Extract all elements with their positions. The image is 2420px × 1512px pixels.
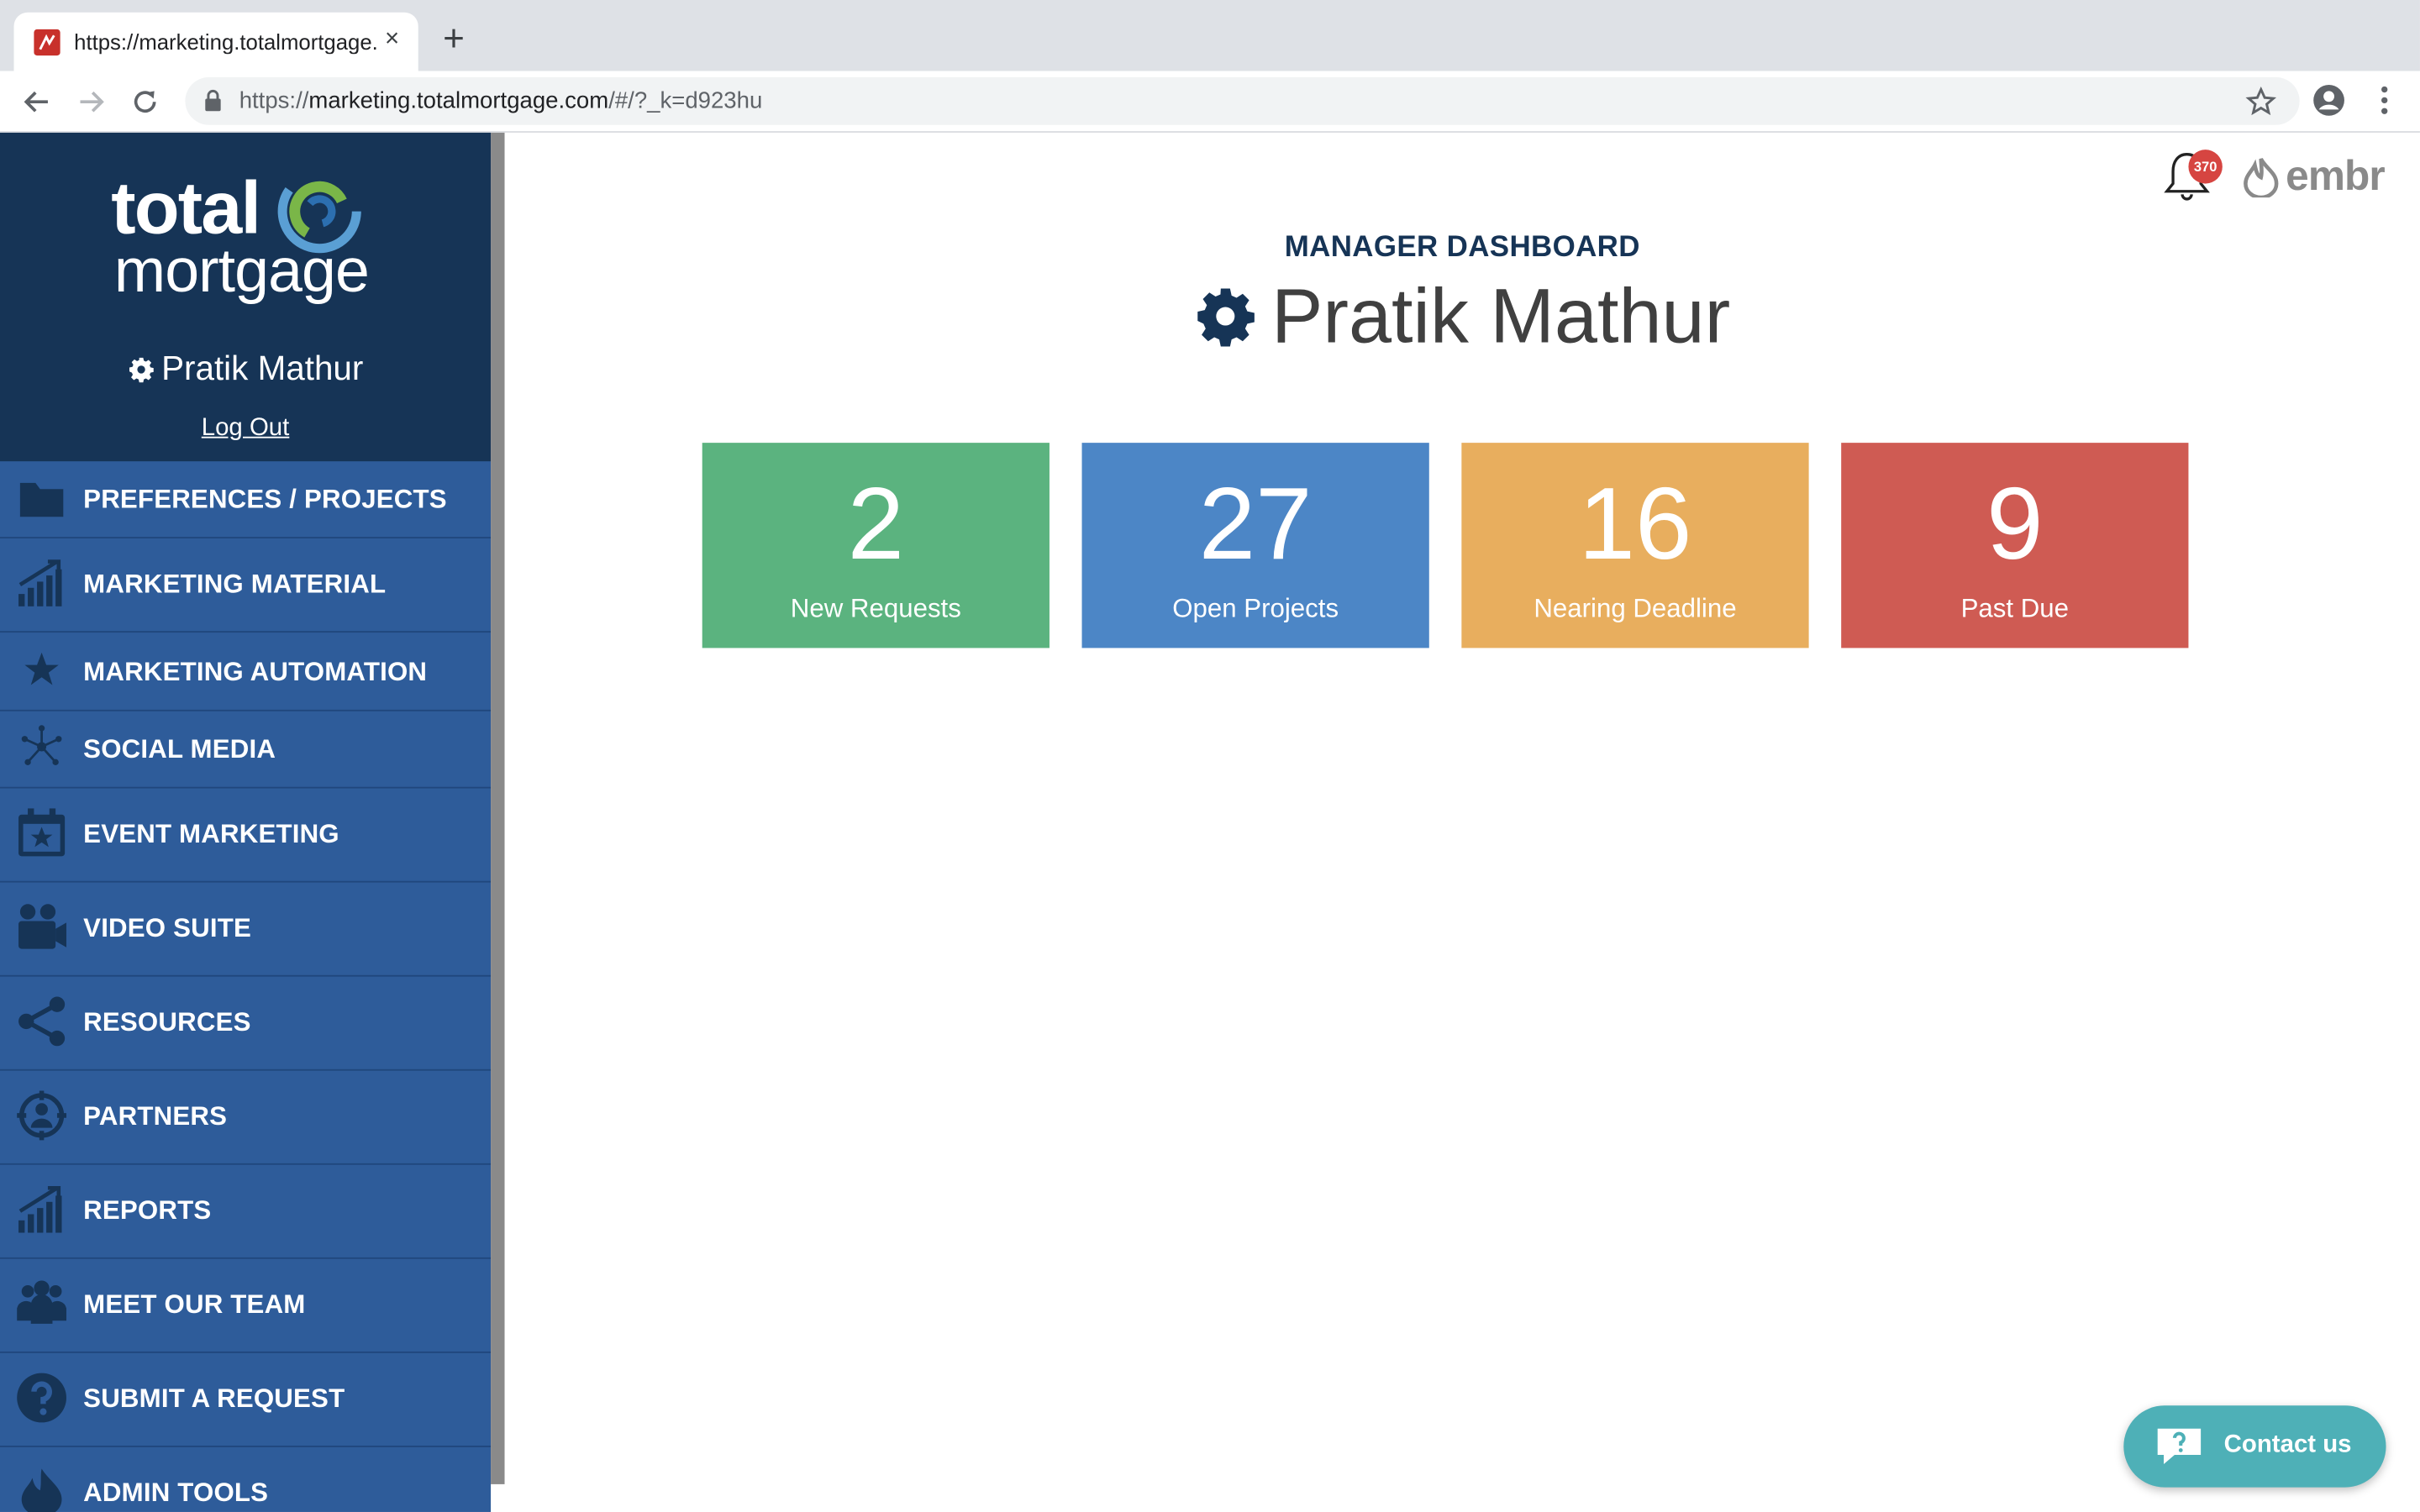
sidebar-item-social-media[interactable]: SOCIAL MEDIA xyxy=(0,711,492,789)
sidebar-user-name: Pratik Mathur xyxy=(161,349,364,388)
stat-label: New Requests xyxy=(790,594,961,624)
stat-value: 9 xyxy=(1986,465,2044,580)
embr-brand-text: embr xyxy=(2286,152,2386,199)
target-person-icon xyxy=(17,1090,66,1141)
browser-tab-strip: https://marketing.totalmortgage.com × + xyxy=(0,0,2420,71)
browser-menu-icon[interactable] xyxy=(2369,83,2400,117)
chat-question-icon xyxy=(2157,1428,2202,1465)
sidebar-item-label: REPORTS xyxy=(83,1195,212,1226)
sidebar-item-label: RESOURCES xyxy=(83,1007,251,1037)
settings-gear-icon xyxy=(129,357,153,383)
sidebar-item-label: PREFERENCES / PROJECTS xyxy=(83,484,447,514)
network-icon xyxy=(21,725,62,766)
sidebar-item-preferences-projects[interactable]: PREFERENCES / PROJECTS xyxy=(0,461,492,539)
page-title: Pratik Mathur xyxy=(505,271,2420,361)
back-button[interactable] xyxy=(18,83,55,120)
url-path: /#/?_k=d923hu xyxy=(608,87,763,114)
browser-toolbar: https://marketing.totalmortgage.com/#/?_… xyxy=(0,71,2420,133)
stat-label: Past Due xyxy=(1960,594,2070,624)
star-icon xyxy=(24,652,59,685)
sidebar-item-label: VIDEO SUITE xyxy=(83,913,252,943)
sidebar-item-label: SUBMIT A REQUEST xyxy=(83,1383,345,1414)
page-title-name: Pratik Mathur xyxy=(1271,273,1731,360)
site-favicon-icon xyxy=(34,29,60,56)
stat-tile-past-due[interactable]: 9 Past Due xyxy=(1841,443,2189,648)
dashboard-label: MANAGER DASHBOARD xyxy=(1284,231,1640,265)
sidebar-item-label: SOCIAL MEDIA xyxy=(83,734,276,764)
stat-label: Open Projects xyxy=(1172,594,1339,624)
total-mortgage-logo[interactable]: total mortgage xyxy=(111,166,389,321)
tab-close-icon[interactable]: × xyxy=(378,26,406,54)
address-bar[interactable]: https://marketing.totalmortgage.com/#/?_… xyxy=(185,76,2300,125)
contact-us-button[interactable]: Contact us xyxy=(2123,1405,2386,1488)
team-icon xyxy=(17,1280,66,1324)
sidebar-item-meet-our-team[interactable]: MEET OUR TEAM xyxy=(0,1259,492,1353)
sidebar-item-label: EVENT MARKETING xyxy=(83,819,339,849)
stat-value: 2 xyxy=(847,465,905,580)
browser-tab[interactable]: https://marketing.totalmortgage.com × xyxy=(13,12,418,71)
forward-button[interactable] xyxy=(72,83,109,120)
sidebar-item-event-marketing[interactable]: EVENT MARKETING xyxy=(0,789,492,883)
stat-tile-open-projects[interactable]: 27 Open Projects xyxy=(1081,443,1429,648)
sidebar-item-video-suite[interactable]: VIDEO SUITE xyxy=(0,883,492,977)
contact-us-label: Contact us xyxy=(2223,1431,2352,1458)
growth-chart-icon xyxy=(18,1185,62,1233)
back-arrow-icon xyxy=(24,91,48,113)
reload-button[interactable] xyxy=(127,83,164,120)
sidebar-item-marketing-material[interactable]: MARKETING MATERIAL xyxy=(0,538,492,633)
logout-link[interactable]: Log Out xyxy=(0,415,491,443)
question-circle-icon xyxy=(17,1373,66,1423)
reload-icon xyxy=(134,91,156,113)
share-icon xyxy=(18,996,66,1047)
embr-flame-icon xyxy=(2244,158,2279,200)
url-host: marketing.totalmortgage.com xyxy=(308,87,609,114)
stat-tile-new-requests[interactable]: 2 New Requests xyxy=(702,443,1050,648)
embr-logo[interactable]: embr xyxy=(2243,153,2386,203)
calendar-star-icon xyxy=(18,808,66,857)
sidebar-header: total mortgage Pratik Mathur Log Out xyxy=(0,132,492,462)
stat-label: Nearing Deadline xyxy=(1534,594,1737,624)
sidebar-item-resources[interactable]: RESOURCES xyxy=(0,977,492,1071)
settings-gear-icon[interactable] xyxy=(1194,286,1255,347)
sidebar-item-label: ADMIN TOOLS xyxy=(83,1478,269,1508)
flame-icon xyxy=(21,1468,62,1512)
sidebar-user[interactable]: Pratik Mathur xyxy=(0,349,491,389)
sidebar-item-submit-a-request[interactable]: SUBMIT A REQUEST xyxy=(0,1353,492,1447)
sidebar-scrollbar[interactable] xyxy=(491,132,505,1484)
sidebar-item-label: MARKETING AUTOMATION xyxy=(83,657,428,687)
stat-tile-nearing-deadline[interactable]: 16 Nearing Deadline xyxy=(1461,443,1809,648)
sidebar-item-label: PARTNERS xyxy=(83,1101,228,1131)
notification-count-badge: 370 xyxy=(2188,150,2223,184)
tab-title: https://marketing.totalmortgage.com xyxy=(74,29,377,55)
lock-icon xyxy=(205,89,221,112)
bookmark-star-icon[interactable] xyxy=(2245,86,2277,118)
sidebar-item-reports[interactable]: REPORTS xyxy=(0,1165,492,1259)
sidebar-item-label: MEET OUR TEAM xyxy=(83,1289,306,1320)
sidebar: total mortgage Pratik Mathur Log Out PRE xyxy=(0,132,492,1512)
stat-value: 27 xyxy=(1198,465,1313,580)
url-text: https://marketing.totalmortgage.com/#/?_… xyxy=(239,88,763,114)
folder-icon xyxy=(19,482,64,517)
growth-chart-icon xyxy=(18,559,62,606)
sidebar-item-marketing-automation[interactable]: MARKETING AUTOMATION xyxy=(0,633,492,711)
main-content: 370 embr MANAGER DASHBOARD Pratik Mathur… xyxy=(504,132,2420,1512)
url-scheme: https:// xyxy=(239,87,309,114)
new-tab-button[interactable]: + xyxy=(437,21,471,58)
sidebar-item-partners[interactable]: PARTNERS xyxy=(0,1071,492,1165)
video-camera-icon xyxy=(18,904,66,949)
sidebar-item-label: MARKETING MATERIAL xyxy=(83,569,387,599)
profile-icon[interactable] xyxy=(2312,83,2345,117)
logo-text-mortgage: mortgage xyxy=(113,237,370,306)
forward-arrow-icon xyxy=(80,91,104,113)
stat-value: 16 xyxy=(1578,465,1692,580)
sidebar-item-admin-tools[interactable]: ADMIN TOOLS xyxy=(0,1447,491,1512)
